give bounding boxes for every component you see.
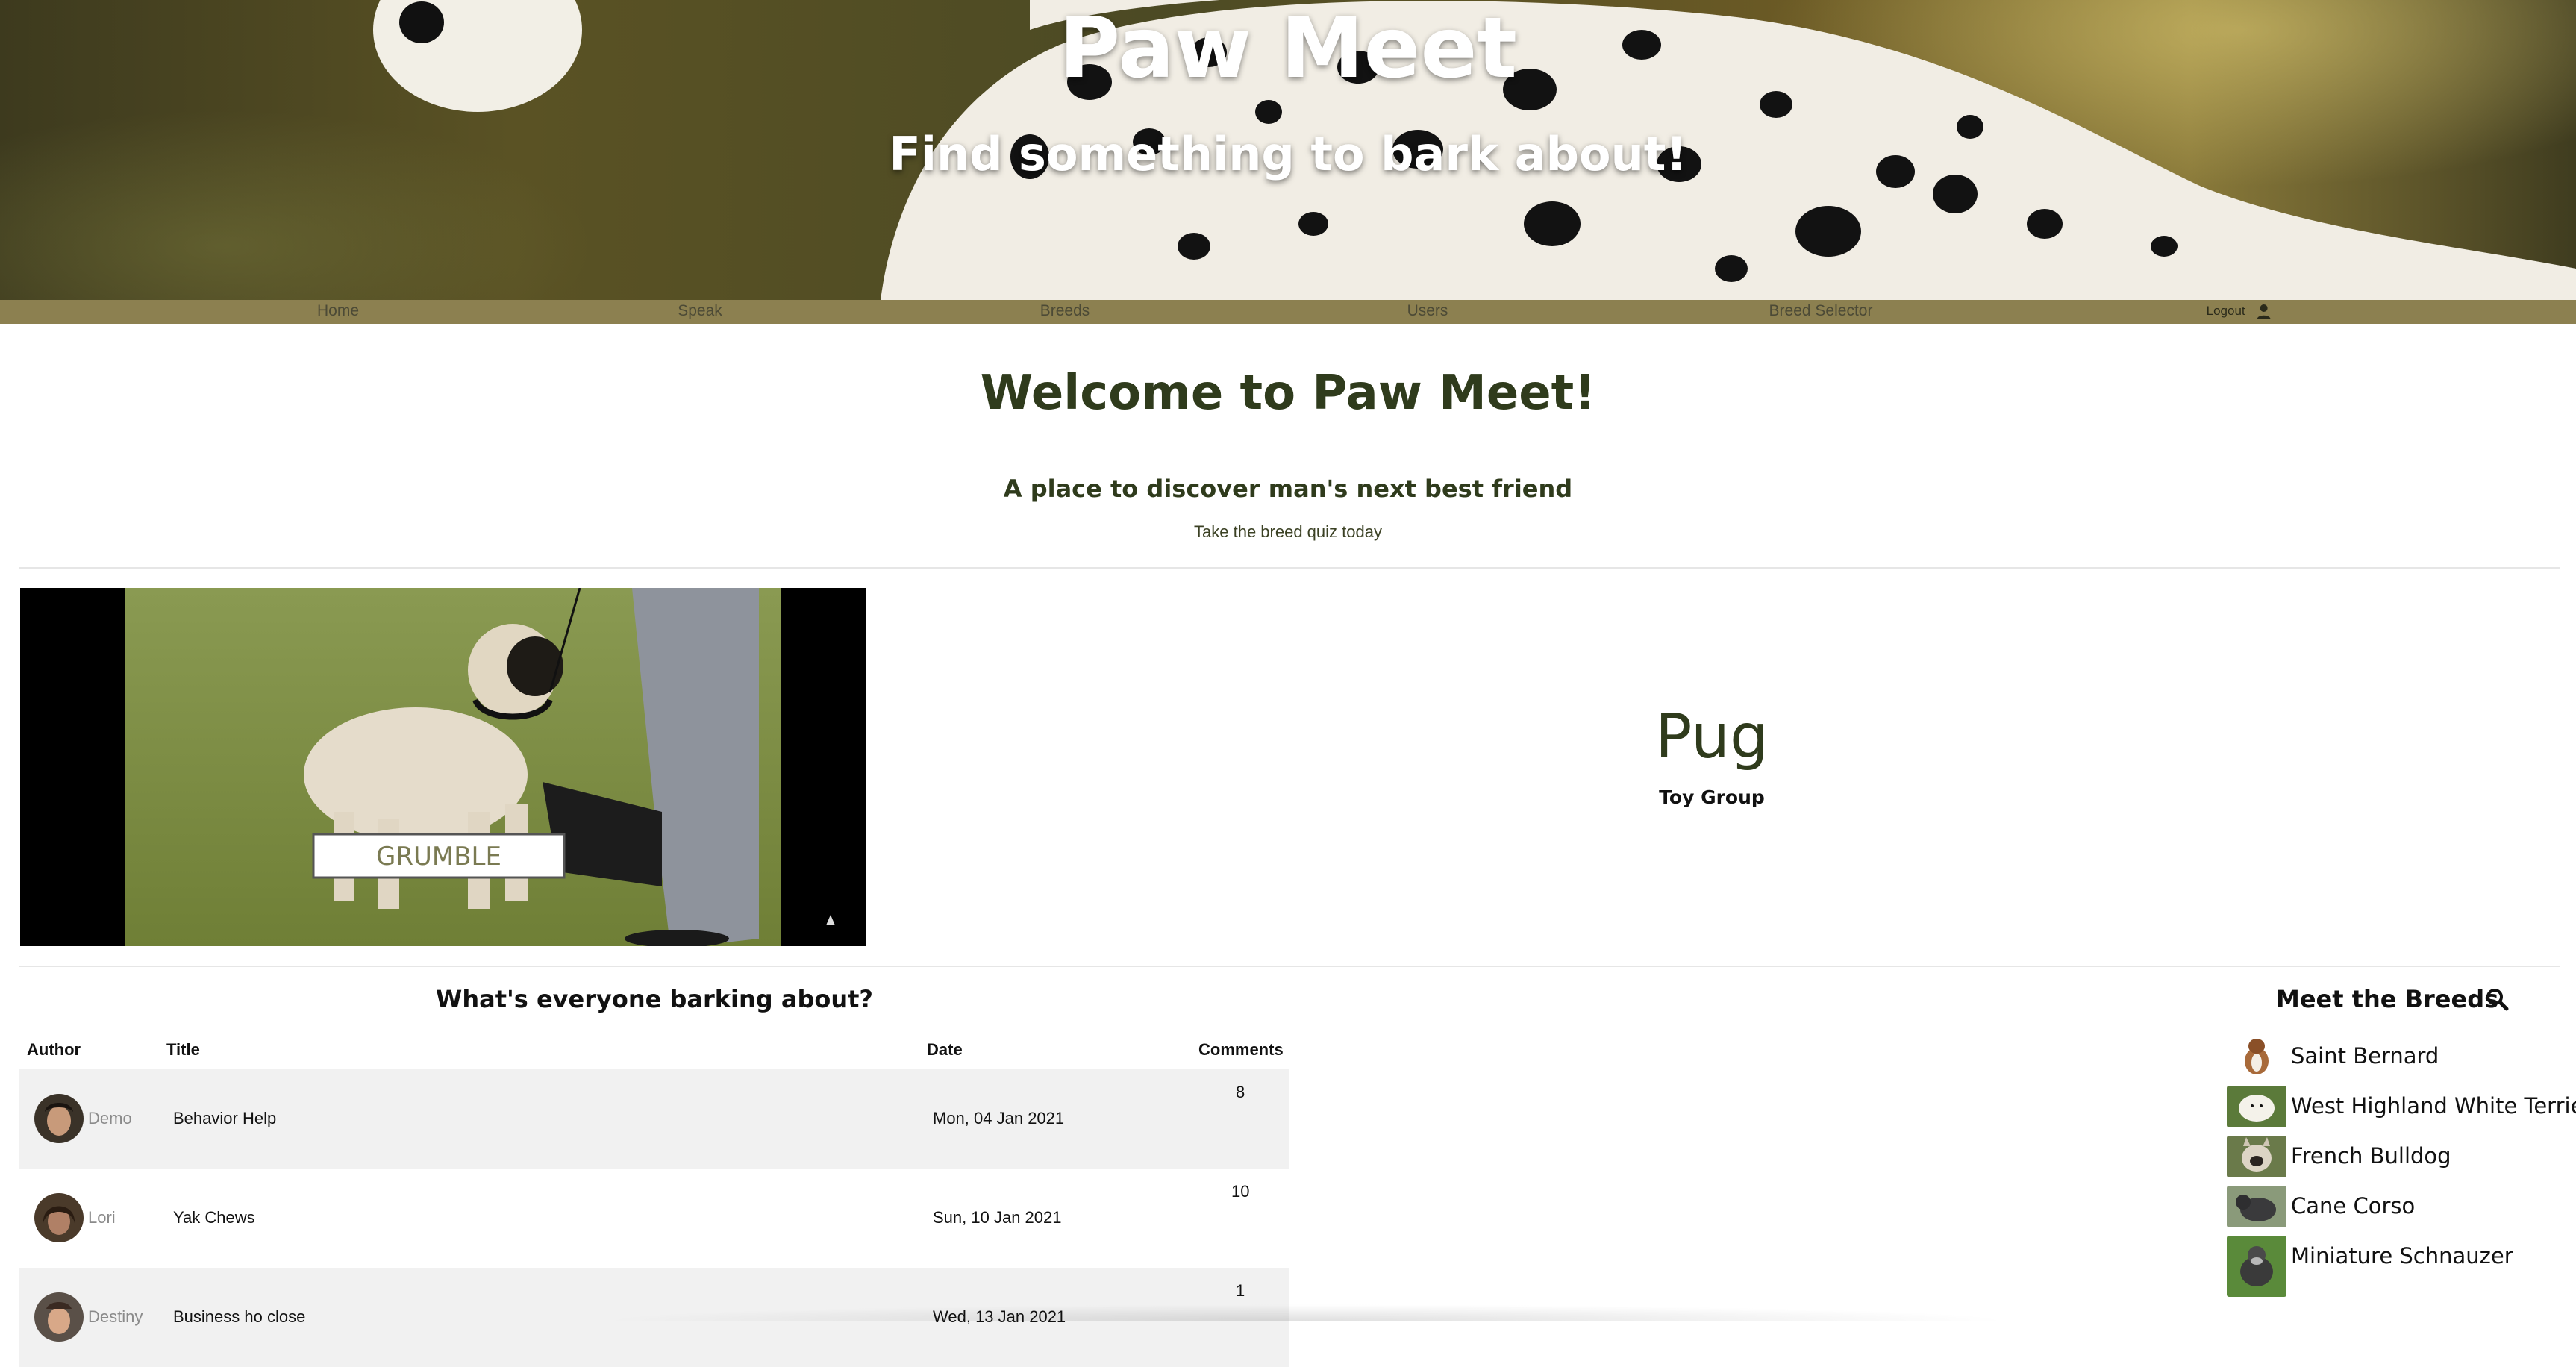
hero-banner: Paw Meet Find something to bark about! [0,0,2576,300]
logout-button[interactable]: Logout [2207,300,2272,324]
nav-users[interactable]: Users [1407,300,1448,324]
posts-heading: What's everyone barking about? [436,985,873,1013]
avatar [34,1094,84,1143]
nav-breed-selector[interactable]: Breed Selector [1769,300,1873,324]
breed-thumbnail [2227,1036,2286,1077]
table-row[interactable]: Lori Yak Chews Sun, 10 Jan 2021 10 [19,1169,1289,1268]
avatar [34,1193,84,1242]
featured-breed-name: Pug [1654,701,1769,772]
main-navbar: Home Speak Breeds Users Breed Selector L… [0,300,2576,324]
posts-table-header: Author Title Date Comments [19,1040,1289,1072]
nav-home[interactable]: Home [317,300,359,324]
comment-count: 1 [1236,1281,1245,1300]
pug-video-frame: GRUMBLE [125,588,835,946]
comment-count: 8 [1236,1083,1245,1101]
col-title: Title [166,1040,200,1059]
post-date: Mon, 04 Jan 2021 [933,1109,1065,1127]
author-link[interactable]: Destiny [88,1307,143,1327]
search-icon[interactable] [2485,987,2509,1011]
logout-label: Logout [2206,304,2245,318]
breed-name: Miniature Schnauzer [2291,1243,2513,1269]
video-caption: GRUMBLE [376,842,501,872]
site-subtitle: Find something to bark about! [889,127,1687,181]
author-link[interactable]: Lori [88,1208,116,1227]
scroll-shadow [597,1304,2015,1321]
post-date: Sun, 10 Jan 2021 [933,1208,1062,1227]
breed-thumbnail [2227,1186,2286,1227]
nav-speak[interactable]: Speak [678,300,722,324]
breeds-heading: Meet the Breeds [2276,985,2499,1013]
col-comments: Comments [1198,1040,1284,1059]
featured-breed-group: Toy Group [1659,786,1765,808]
breed-name: French Bulldog [2291,1143,2451,1169]
post-title-link[interactable]: Yak Chews [173,1208,255,1227]
divider [19,567,2560,569]
breed-name: Cane Corso [2291,1193,2416,1219]
breed-thumbnail [2227,1136,2286,1177]
featured-breed-video[interactable]: GRUMBLE [20,588,866,946]
divider [19,966,2560,967]
site-title: Paw Meet [1058,0,1518,97]
tagline: A place to discover man's next best frie… [1003,475,1573,503]
table-row[interactable]: Demo Behavior Help Mon, 04 Jan 2021 8 [19,1069,1289,1169]
breed-name: West Highland White Terrier [2291,1093,2576,1119]
user-icon [2257,304,2271,319]
breed-quiz-link[interactable]: Take the breed quiz today [0,522,2576,542]
breed-name: Saint Bernard [2291,1043,2439,1069]
comment-count: 10 [1231,1182,1250,1201]
avatar [34,1292,84,1342]
post-title-link[interactable]: Business ho close [173,1307,305,1327]
col-date: Date [927,1040,963,1059]
breed-thumbnail [2227,1086,2286,1127]
welcome-heading: Welcome to Paw Meet! [980,366,1596,421]
author-link[interactable]: Demo [88,1109,132,1128]
nav-breeds[interactable]: Breeds [1040,300,1090,324]
post-title-link[interactable]: Behavior Help [173,1109,276,1128]
col-author: Author [27,1040,81,1059]
breed-thumbnail [2227,1236,2286,1297]
